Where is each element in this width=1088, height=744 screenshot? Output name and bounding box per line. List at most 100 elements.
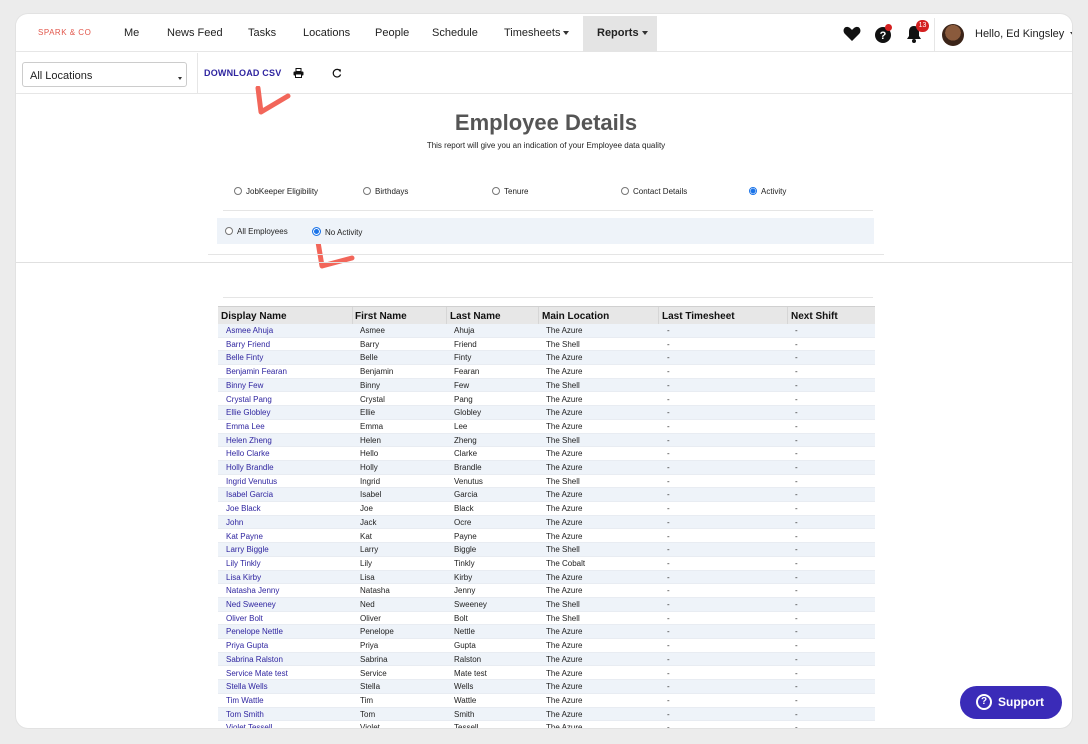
employee-name-link[interactable]: Stella Wells [226, 682, 268, 691]
location-select[interactable]: All Locations [22, 62, 187, 87]
nav-tasks[interactable]: Tasks [248, 27, 276, 39]
table-cell: Joe [360, 504, 373, 514]
nav-divider [934, 18, 935, 52]
employee-name-link[interactable]: Ingrid Venutus [226, 477, 277, 486]
brand-logo[interactable]: SPARK & CO [38, 28, 91, 37]
employee-name-link[interactable]: Larry Biggle [226, 545, 269, 554]
table-row: John Jack Ocre The Azure - - [218, 515, 875, 530]
employee-name-link[interactable]: Barry Friend [226, 340, 270, 349]
employee-name-link[interactable]: Penelope Nettle [226, 627, 283, 636]
radio-button-selected[interactable] [749, 187, 757, 195]
table-cell: The Cobalt [546, 558, 586, 568]
employee-name-link[interactable]: Belle Finty [226, 353, 263, 362]
radio-button-selected[interactable] [312, 227, 321, 236]
nav-reports[interactable]: Reports [583, 16, 657, 52]
table-cell: - [795, 668, 798, 678]
column-header-next-shift[interactable]: Next Shift [791, 311, 838, 322]
print-icon[interactable] [293, 68, 304, 78]
user-menu[interactable]: Hello, Ed Kingsley [975, 28, 1072, 40]
radio-no-activity[interactable]: No Activity [312, 227, 362, 237]
employee-name-link[interactable]: Oliver Bolt [226, 614, 263, 623]
employee-name-link[interactable]: Service Mate test [226, 669, 288, 678]
employee-name-link[interactable]: Natasha Jenny [226, 586, 279, 595]
employee-name-link[interactable]: Priya Gupta [226, 641, 268, 650]
employee-name-link[interactable]: Kat Payne [226, 532, 263, 541]
employee-name-link[interactable]: Binny Few [226, 381, 263, 390]
table-cell: Garcia [454, 490, 478, 500]
radio-button[interactable] [621, 187, 629, 195]
radio-activity[interactable]: Activity [749, 187, 786, 196]
nav-locations[interactable]: Locations [303, 27, 350, 39]
avatar[interactable] [942, 24, 964, 46]
table-cell: Ingrid [360, 476, 381, 486]
table-cell: The Azure [546, 627, 583, 637]
employee-name-link[interactable]: Sabrina Ralston [226, 655, 283, 664]
table-cell: The Azure [546, 695, 583, 705]
divider [16, 262, 1072, 263]
table-cell: The Azure [546, 408, 583, 418]
help-badge[interactable]: ? [874, 24, 894, 45]
table-cell: Friend [454, 339, 477, 349]
employee-name-link[interactable]: Lily Tinkly [226, 559, 261, 568]
table-row: Priya Gupta Priya Gupta The Azure - - [218, 639, 875, 653]
radio-jobkeeper-eligibility[interactable]: JobKeeper Eligibility [234, 187, 318, 196]
radio-button[interactable] [363, 187, 371, 195]
employee-name-link[interactable]: Lisa Kirby [226, 573, 261, 582]
radio-button[interactable] [225, 227, 233, 235]
support-button[interactable]: ? Support [960, 686, 1062, 719]
user-greeting: Hello, Ed Kingsley [975, 28, 1065, 40]
employee-name-link[interactable]: Joe Black [226, 504, 261, 513]
employee-name-link[interactable]: Crystal Pang [226, 395, 272, 404]
radio-tenure[interactable]: Tenure [492, 187, 528, 196]
radio-all-employees[interactable]: All Employees [225, 227, 288, 236]
table-row: Belle Finty Belle Finty The Azure - - [218, 351, 875, 366]
table-row: Ellie Globley Ellie Globley The Azure - - [218, 406, 875, 420]
toolbar-divider [197, 53, 198, 94]
table-row: Sabrina Ralston Sabrina Ralston The Azure - - [218, 652, 875, 667]
radio-button[interactable] [234, 187, 242, 195]
table-cell: The Azure [546, 586, 583, 596]
employee-name-link[interactable]: Violet Tessell [226, 723, 272, 728]
column-header-first-name[interactable]: First Name [355, 311, 407, 322]
nav-people[interactable]: People [375, 27, 409, 39]
employee-name-link[interactable]: Ellie Globley [226, 408, 270, 417]
radio-birthdays[interactable]: Birthdays [363, 187, 408, 196]
employee-name-link[interactable]: John [226, 518, 243, 527]
employee-name-link[interactable]: Ned Sweeney [226, 600, 276, 609]
download-csv-button[interactable]: DOWNLOAD CSV [204, 68, 281, 78]
employee-name-link[interactable]: Asmee Ahuja [226, 326, 273, 335]
employee-name-link[interactable]: Helen Zheng [226, 436, 272, 445]
nav-me[interactable]: Me [124, 27, 139, 39]
column-header-display-name[interactable]: Display Name [221, 311, 287, 322]
employee-name-link[interactable]: Isabel Garcia [226, 490, 273, 499]
column-header-last-timesheet[interactable]: Last Timesheet [662, 311, 735, 322]
table-cell: - [795, 531, 798, 541]
radio-button[interactable] [492, 187, 500, 195]
notifications[interactable]: 13 [906, 20, 932, 47]
employee-name-link[interactable]: Benjamin Fearan [226, 367, 287, 376]
table-cell: Lee [454, 421, 468, 431]
heart-icon[interactable] [843, 26, 861, 42]
table-cell: Ocre [454, 517, 472, 527]
column-header-main-location[interactable]: Main Location [542, 311, 609, 322]
employee-name-link[interactable]: Holly Brandle [226, 463, 274, 472]
radio-label: Activity [761, 187, 787, 196]
table-cell: Jack [360, 517, 377, 527]
employee-name-link[interactable]: Hello Clarke [226, 449, 270, 458]
divider [223, 210, 873, 211]
table-row: Lisa Kirby Lisa Kirby The Azure - - [218, 570, 875, 585]
column-header-last-name[interactable]: Last Name [450, 311, 501, 322]
table-cell: - [795, 517, 798, 527]
top-navbar: SPARK & CO Me News Feed Tasks Locations … [16, 16, 1072, 52]
refresh-icon[interactable] [332, 68, 342, 78]
nav-news-feed[interactable]: News Feed [167, 27, 223, 39]
nav-timesheets[interactable]: Timesheets [504, 27, 570, 39]
employee-name-link[interactable]: Tom Smith [226, 710, 264, 719]
employee-name-link[interactable]: Emma Lee [226, 422, 265, 431]
radio-contact-details[interactable]: Contact Details [621, 187, 687, 196]
table-cell: The Azure [546, 572, 583, 582]
table-cell: - [795, 353, 798, 363]
employee-name-link[interactable]: Tim Wattle [226, 696, 264, 705]
nav-schedule[interactable]: Schedule [432, 27, 478, 39]
table-cell: Few [454, 380, 470, 390]
